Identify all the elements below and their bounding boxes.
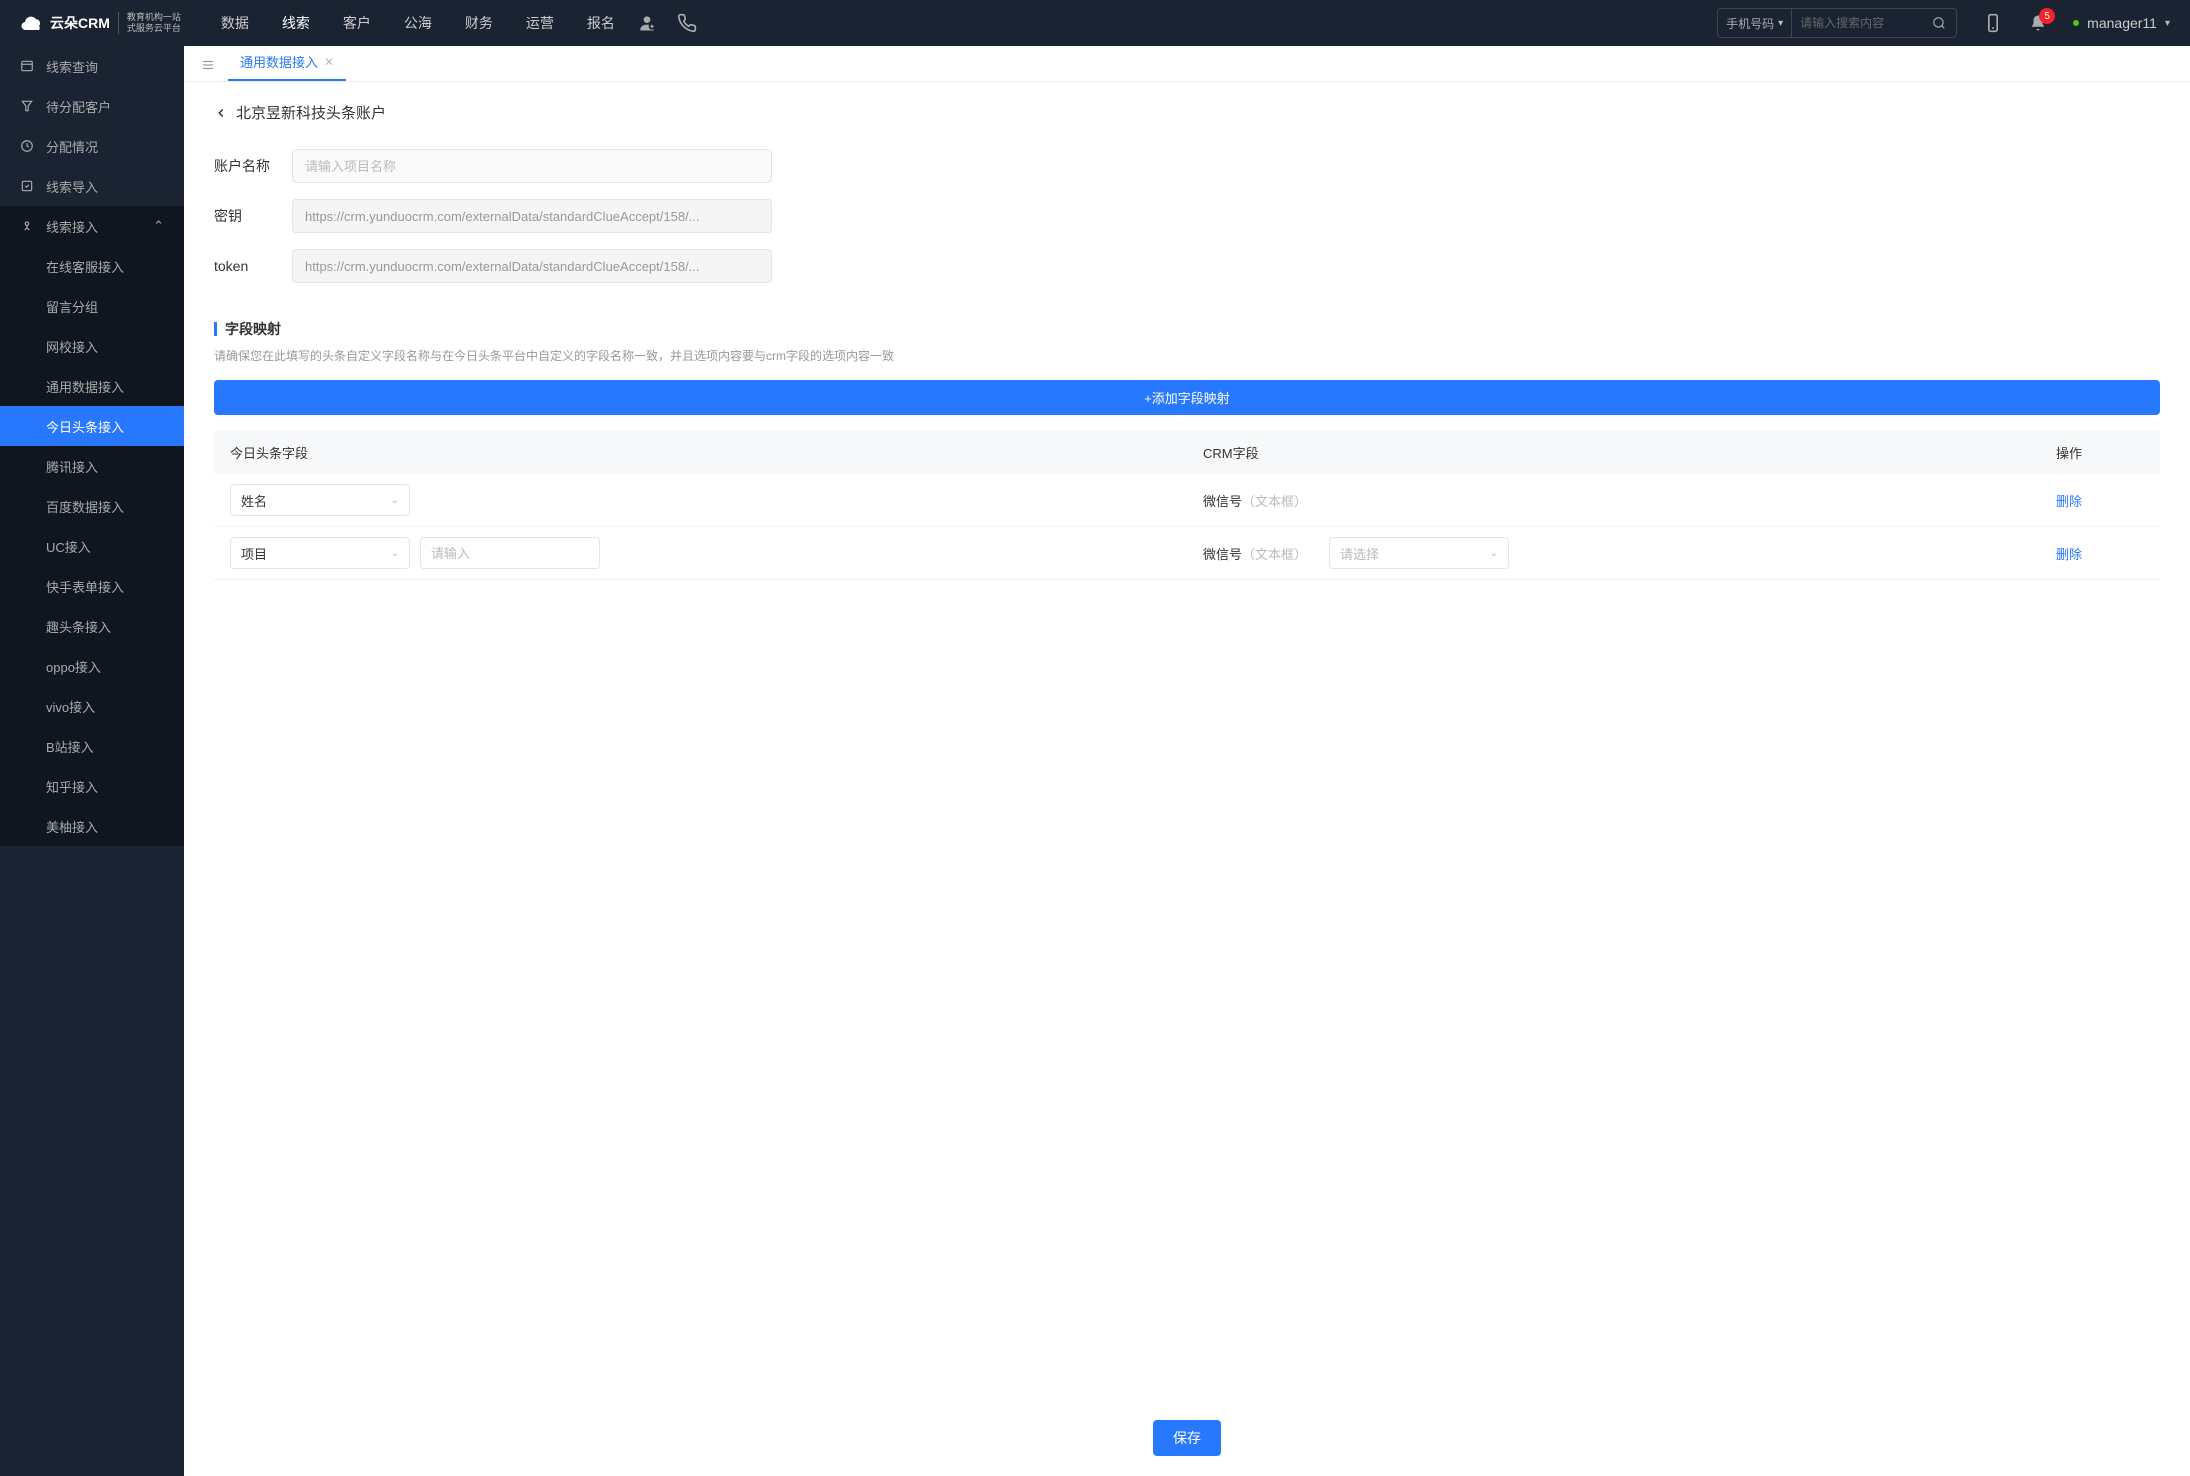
- sidebar-sub-item[interactable]: 百度数据接入: [0, 486, 184, 526]
- back-icon[interactable]: [214, 106, 228, 120]
- secret-label: 密钥: [214, 206, 274, 226]
- sidebar-sub-item[interactable]: 美柚接入: [0, 806, 184, 846]
- header-right: 手机号码 ▾ 5 manager11 ▾: [1717, 8, 2170, 38]
- col-action: 操作: [2040, 431, 2160, 474]
- tabs-bar: 通用数据接入 ✕: [184, 46, 2190, 82]
- field-mapping-desc: 请确保您在此填写的头条自定义字段名称与在今日头条平台中自定义的字段名称一致，并且…: [214, 347, 2160, 364]
- sidebar-item[interactable]: 线索导入: [0, 166, 184, 206]
- sidebar-sub-item[interactable]: 通用数据接入: [0, 366, 184, 406]
- sidebar-sub-item[interactable]: 快手表单接入: [0, 566, 184, 606]
- toutiao-field-input[interactable]: [420, 537, 600, 569]
- toutiao-field-select[interactable]: 项目 ⌄: [230, 537, 410, 569]
- nav-item[interactable]: 线索: [282, 13, 310, 33]
- menu-icon: [201, 58, 215, 72]
- mobile-icon[interactable]: [1983, 13, 2003, 33]
- search-box: 手机号码 ▾: [1717, 8, 1957, 38]
- chevron-down-icon: ⌄: [391, 548, 399, 559]
- crm-field-value: 微信号（文本框）: [1203, 494, 1307, 509]
- breadcrumb: 北京昱新科技头条账户: [214, 102, 2160, 123]
- col-toutiao-field: 今日头条字段: [214, 431, 1187, 474]
- sidebar-sub-item[interactable]: oppo接入: [0, 646, 184, 686]
- token-input[interactable]: [292, 249, 772, 283]
- sidebar-item[interactable]: 线索查询: [0, 46, 184, 86]
- crm-field-value: 微信号（文本框）: [1203, 544, 1307, 563]
- page-content: 北京昱新科技头条账户 账户名称 密钥 token 字段映射 请确保您在此填写的头…: [184, 82, 2190, 1476]
- secret-input[interactable]: [292, 199, 772, 233]
- cloud-logo-icon: [20, 11, 44, 35]
- toutiao-field-select[interactable]: 姓名 ⌄: [230, 484, 410, 516]
- main-content: 通用数据接入 ✕ 北京昱新科技头条账户 账户名称 密钥 token: [184, 46, 2190, 1476]
- user-menu[interactable]: manager11 ▾: [2073, 15, 2170, 31]
- sidebar-item[interactable]: 线索接入⌃: [0, 206, 184, 246]
- user-add-icon[interactable]: [637, 13, 657, 33]
- sidebar-sub-item[interactable]: 网校接入: [0, 326, 184, 366]
- sidebar-item[interactable]: 待分配客户: [0, 86, 184, 126]
- search-button[interactable]: [1922, 16, 1956, 30]
- nav-item[interactable]: 财务: [465, 13, 493, 33]
- header-icon-group: [637, 13, 697, 33]
- notification-bell[interactable]: 5: [2029, 14, 2047, 32]
- sidebar-sub-item[interactable]: 今日头条接入: [0, 406, 184, 446]
- status-dot-icon: [2073, 20, 2079, 26]
- sidebar: 线索查询待分配客户分配情况线索导入线索接入⌃在线客服接入留言分组网校接入通用数据…: [0, 46, 184, 1476]
- nav-item[interactable]: 客户: [343, 13, 371, 33]
- account-name-input[interactable]: [292, 149, 772, 183]
- sidebar-sub-item[interactable]: 留言分组: [0, 286, 184, 326]
- table-row: 项目 ⌄ 微信号（文本框）: [214, 527, 2160, 580]
- tabs-menu-toggle[interactable]: [196, 53, 220, 77]
- field-mapping-title: 字段映射: [225, 319, 281, 339]
- search-icon: [1932, 16, 1946, 30]
- sidebar-sub-item[interactable]: UC接入: [0, 526, 184, 566]
- logo-subtitle: 教育机构一站 式服务云平台: [118, 12, 181, 34]
- sidebar-item-icon: [20, 59, 34, 73]
- save-button[interactable]: 保存: [1153, 1420, 1221, 1456]
- nav-item[interactable]: 公海: [404, 13, 432, 33]
- phone-icon[interactable]: [677, 13, 697, 33]
- sidebar-sub-item[interactable]: B站接入: [0, 726, 184, 766]
- crm-field-select[interactable]: 请选择 ⌄: [1329, 537, 1509, 569]
- page-title: 北京昱新科技头条账户: [236, 102, 386, 123]
- field-mapping-table: 今日头条字段 CRM字段 操作 姓名 ⌄: [214, 431, 2160, 580]
- nav-item[interactable]: 报名: [587, 13, 615, 33]
- sidebar-item-icon: [20, 179, 34, 193]
- chevron-down-icon: ⌄: [391, 495, 399, 506]
- notification-badge: 5: [2039, 8, 2055, 24]
- logo-text: 云朵CRM: [50, 13, 110, 33]
- delete-button[interactable]: 删除: [2056, 494, 2082, 509]
- sidebar-sub-item[interactable]: 趣头条接入: [0, 606, 184, 646]
- table-row: 姓名 ⌄ 微信号（文本框） 删除: [214, 474, 2160, 527]
- col-crm-field: CRM字段: [1187, 431, 2040, 474]
- sidebar-item-icon: [20, 139, 34, 153]
- main-nav: 数据 线索 客户 公海 财务 运营 报名: [221, 13, 615, 33]
- chevron-down-icon: ⌄: [1490, 548, 1498, 559]
- sidebar-sub-item[interactable]: 在线客服接入: [0, 246, 184, 286]
- chevron-up-icon: ⌃: [153, 218, 164, 234]
- section-bar-icon: [214, 322, 217, 336]
- search-type-select[interactable]: 手机号码 ▾: [1718, 9, 1792, 37]
- tab-general-data-access[interactable]: 通用数据接入 ✕: [228, 46, 346, 81]
- sidebar-sub-item[interactable]: 知乎接入: [0, 766, 184, 806]
- sidebar-item[interactable]: 分配情况: [0, 126, 184, 166]
- chevron-down-icon: ▾: [2165, 18, 2170, 29]
- username: manager11: [2087, 15, 2157, 31]
- search-input[interactable]: [1792, 16, 1922, 30]
- chevron-down-icon: ▾: [1778, 18, 1783, 29]
- nav-item[interactable]: 运营: [526, 13, 554, 33]
- sidebar-sub-item[interactable]: 腾讯接入: [0, 446, 184, 486]
- account-name-label: 账户名称: [214, 156, 274, 176]
- sidebar-item-icon: [20, 99, 34, 113]
- nav-item[interactable]: 数据: [221, 13, 249, 33]
- top-header: 云朵CRM 教育机构一站 式服务云平台 数据 线索 客户 公海 财务 运营 报名 手机号码 …: [0, 0, 2190, 46]
- sidebar-item-icon: [20, 219, 34, 233]
- logo[interactable]: 云朵CRM 教育机构一站 式服务云平台: [20, 11, 181, 35]
- tab-close-icon[interactable]: ✕: [324, 55, 334, 69]
- token-label: token: [214, 258, 274, 274]
- sidebar-sub-item[interactable]: vivo接入: [0, 686, 184, 726]
- delete-button[interactable]: 删除: [2056, 547, 2082, 562]
- add-field-mapping-button[interactable]: +添加字段映射: [214, 380, 2160, 415]
